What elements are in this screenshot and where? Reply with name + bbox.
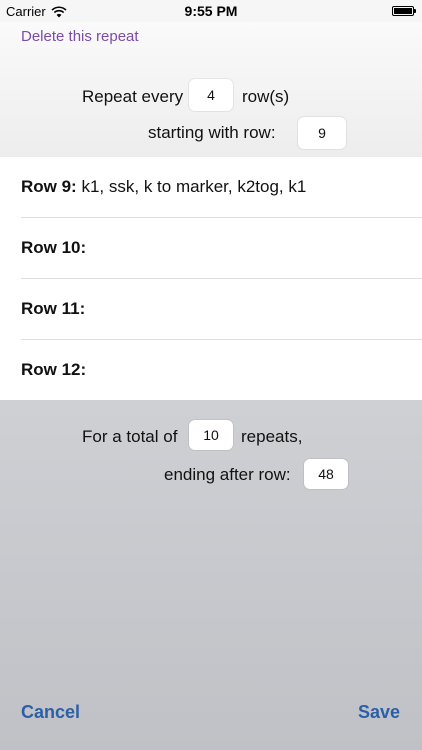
row-instruction: k1, ssk, k to marker, k2tog, k1 (81, 177, 307, 196)
delete-repeat-button[interactable]: Delete this repeat (21, 28, 139, 45)
repeats-suffix-label: repeats, (241, 427, 303, 446)
total-repeats-input[interactable]: 10 (189, 420, 233, 450)
row-item-12[interactable]: Row 12: (0, 340, 422, 401)
battery-icon (392, 6, 416, 16)
row-label: Row 10: (21, 238, 87, 257)
repeat-totals-footer: For a total of 10 repeats, ending after … (0, 400, 422, 750)
rows-suffix-label: row(s) (242, 87, 290, 106)
starting-row-input[interactable]: 9 (298, 117, 346, 149)
row-label: Row 9: (21, 177, 77, 196)
starting-with-label: starting with row: (148, 123, 276, 142)
row-item-9[interactable]: Row 9: k1, ssk, k to marker, k2tog, k1 (0, 157, 422, 218)
repeat-settings-header: Delete this repeat Repeat every 4 row(s)… (0, 22, 422, 157)
row-label: Row 11: (21, 299, 86, 318)
ending-row-value: 48 (304, 459, 348, 489)
save-button[interactable]: Save (358, 702, 400, 723)
ending-after-label: ending after row: (164, 465, 291, 484)
cancel-button[interactable]: Cancel (21, 702, 80, 723)
repeat-every-input[interactable]: 4 (189, 79, 233, 111)
repeat-every-label: Repeat every (82, 87, 184, 106)
total-label: For a total of (82, 427, 178, 446)
row-list: Row 9: k1, ssk, k to marker, k2tog, k1 R… (0, 157, 422, 400)
row-label: Row 12: (21, 360, 87, 379)
status-bar: Carrier 9:55 PM (0, 0, 422, 22)
status-time: 9:55 PM (184, 3, 238, 19)
row-item-10[interactable]: Row 10: (0, 218, 422, 279)
row-item-11[interactable]: Row 11: (0, 279, 422, 340)
